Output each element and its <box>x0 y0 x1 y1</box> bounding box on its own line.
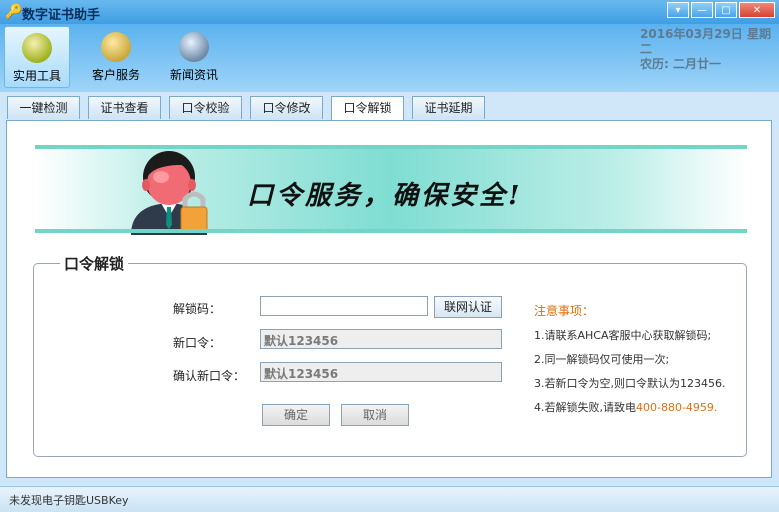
group-title: 口令解锁 <box>60 253 129 274</box>
notes-line-text: 4.若解锁失败,请致电 <box>534 401 636 414</box>
toolbar-item-label: 客户服务 <box>91 68 140 82</box>
online-verify-button[interactable]: 联网认证 <box>434 296 502 318</box>
tab-certificate-view[interactable]: 证书查看 <box>88 96 161 119</box>
notes-line: 1.请联系AHCA客服中心获取解锁码; <box>534 329 712 342</box>
new-pin-input[interactable]: 默认123456 <box>260 329 502 349</box>
notes-line: 4.若解锁失败,请致电400-880-4959. <box>534 399 744 415</box>
menu-button[interactable]: ▾ <box>667 2 689 18</box>
support-phone: 400-880-4959. <box>636 401 718 414</box>
app-window: 🔑 数字证书助手 ▾ — □ ✕ 实用工具 客户服务 新闻资讯 2016年03月… <box>0 0 779 512</box>
toolbar-item-customer-service[interactable]: 客户服务 <box>84 26 148 86</box>
confirm-pin-input[interactable]: 默认123456 <box>260 362 502 382</box>
key-icon: 🔑 <box>5 4 23 20</box>
window-controls: ▾ — □ ✕ <box>665 2 775 18</box>
new-pin-label: 新口令： <box>173 336 222 350</box>
customer-service-icon <box>101 32 131 62</box>
banner-slogan: 口令服务，确保安全! <box>247 181 523 211</box>
tab-one-click-check[interactable]: 一键检测 <box>7 96 80 119</box>
banner: 口令服务，确保安全! <box>35 145 747 235</box>
maximize-button[interactable]: □ <box>715 2 737 18</box>
user-lock-icon <box>131 151 208 235</box>
toolbar: 实用工具 客户服务 新闻资讯 2016年03月29日 星期二 农历: 二月廿一 <box>0 24 779 92</box>
title-bar: 🔑 数字证书助手 ▾ — □ ✕ <box>0 0 779 24</box>
pin-unlock-group: 口令解锁 解锁码： 联网认证 新口令： 默认123456 确认新口令： 默认12… <box>33 253 747 457</box>
window-title: 数字证书助手 <box>22 8 101 23</box>
toolbar-item-label: 实用工具 <box>12 69 61 83</box>
notes-panel: 注意事项： 1.请联系AHCA客服中心获取解锁码; 2.同一解锁码仅可使用一次;… <box>534 302 744 423</box>
lunar-date: 农历: 二月廿一 <box>640 57 721 71</box>
date-display: 2016年03月29日 星期二 农历: 二月廿一 <box>640 27 779 72</box>
status-bar: 未发现电子钥匙USBKey <box>0 486 779 512</box>
confirm-pin-label: 确认新口令： <box>173 369 246 383</box>
toolbar-item-label: 新闻资讯 <box>169 68 218 82</box>
gregorian-date: 2016年03月29日 星期二 <box>640 27 771 56</box>
cancel-button[interactable]: 取消 <box>341 404 409 426</box>
tab-bar: 一键检测 证书查看 口令校验 口令修改 口令解锁 证书延期 <box>7 96 493 120</box>
notes-title: 注意事项： <box>534 304 595 318</box>
tab-content: 口令服务，确保安全! 口令解锁 解锁码： 联网认证 新口令： 默认123456 … <box>6 120 772 478</box>
toolbar-item-news[interactable]: 新闻资讯 <box>162 26 226 86</box>
toolbar-item-tools[interactable]: 实用工具 <box>4 26 70 88</box>
ok-button[interactable]: 确定 <box>262 404 330 426</box>
tab-pin-verify[interactable]: 口令校验 <box>169 96 242 119</box>
unlock-code-label: 解锁码： <box>173 302 222 316</box>
notes-line: 2.同一解锁码仅可使用一次; <box>534 353 670 366</box>
tab-pin-change[interactable]: 口令修改 <box>250 96 323 119</box>
news-icon <box>179 32 209 62</box>
unlock-code-input[interactable] <box>260 296 428 316</box>
status-text: 未发现电子钥匙USBKey <box>9 494 129 507</box>
notes-line: 3.若新口令为空,则口令默认为123456. <box>534 377 726 390</box>
tools-icon <box>22 33 52 63</box>
close-button[interactable]: ✕ <box>739 2 775 18</box>
minimize-button[interactable]: — <box>691 2 713 18</box>
tab-certificate-renew[interactable]: 证书延期 <box>412 96 485 119</box>
tab-pin-unlock[interactable]: 口令解锁 <box>331 96 404 120</box>
